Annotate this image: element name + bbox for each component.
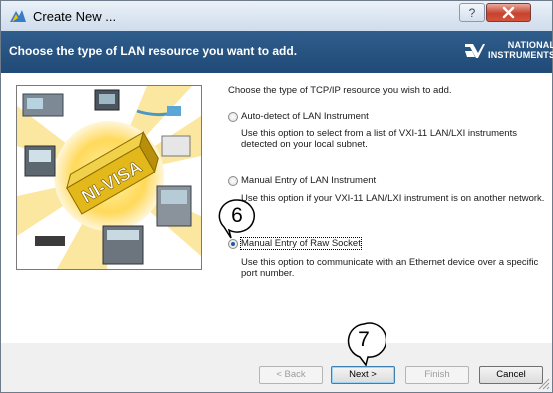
window-title: Create New ... <box>33 9 117 24</box>
auto-detect-radio[interactable] <box>228 112 238 122</box>
ni-eagle-icon <box>465 44 485 58</box>
ni-logo-line1: NATIONAL <box>507 40 553 50</box>
help-button[interactable]: ? <box>459 3 485 22</box>
ni-logo-text: NATIONAL INSTRUMENTS <box>488 40 553 60</box>
close-icon <box>502 6 515 19</box>
title-bar[interactable]: Create New ... ? <box>1 1 552 31</box>
auto-detect-description: Use this option to select from a list of… <box>241 128 517 150</box>
manual-lan-description: Use this option if your VXI-11 LAN/LXI i… <box>241 193 545 204</box>
wizard-content: NI-VISA Choose the type of TCP/IP resour… <box>1 73 552 343</box>
instruments-graphic: NI-VISA <box>17 86 201 269</box>
question-icon: ? <box>469 6 476 20</box>
wizard-footer: 7 < Back Next > Finish Cancel <box>1 322 552 392</box>
ni-visa-illustration: NI-VISA <box>16 85 202 270</box>
close-button[interactable] <box>486 3 531 22</box>
resize-grip-icon[interactable] <box>534 374 550 390</box>
resource-type-prompt: Choose the type of TCP/IP resource you w… <box>228 85 452 96</box>
next-button[interactable]: Next > <box>331 366 395 384</box>
auto-detect-label[interactable]: Auto-detect of LAN Instrument <box>241 111 369 122</box>
ni-app-icon <box>10 10 26 22</box>
finish-button[interactable]: Finish <box>405 366 469 384</box>
svg-text:?: ? <box>469 6 476 20</box>
create-new-dialog: Create New ... ? Choose the type of LAN … <box>0 0 553 393</box>
header-title: Choose the type of LAN resource you want… <box>9 44 298 58</box>
raw-socket-description: Use this option to communicate with an E… <box>241 257 539 279</box>
manual-lan-radio[interactable] <box>228 176 238 186</box>
callout-6-number: 6 <box>231 204 243 227</box>
manual-lan-label[interactable]: Manual Entry of LAN Instrument <box>241 175 376 186</box>
callout-7-number: 7 <box>358 328 370 351</box>
back-button[interactable]: < Back <box>259 366 323 384</box>
wizard-header: Choose the type of LAN resource you want… <box>1 31 553 73</box>
national-instruments-logo: NATIONAL INSTRUMENTS <box>464 39 553 63</box>
ni-logo-line2: INSTRUMENTS <box>488 50 553 60</box>
